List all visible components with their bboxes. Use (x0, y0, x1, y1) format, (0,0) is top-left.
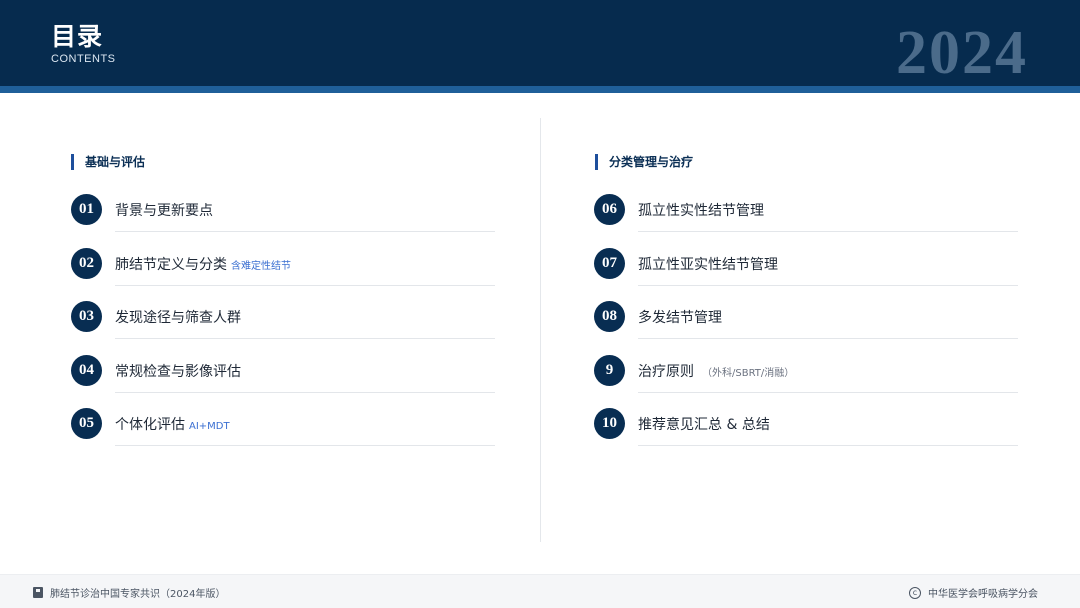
item-divider (638, 445, 1018, 446)
item-tag: （外科/SBRT/消融） (702, 368, 795, 379)
toc-item-05[interactable]: 05 个体化评估 AI+MDT (71, 400, 495, 454)
item-divider (115, 392, 495, 393)
year-watermark: 2024 (896, 19, 1028, 87)
item-number: 01 (71, 194, 102, 225)
item-tag: AI+MDT (189, 421, 230, 432)
section-heading-right: 分类管理与治疗 (595, 153, 693, 170)
item-number: 05 (71, 408, 102, 439)
section-label: 分类管理与治疗 (609, 155, 694, 169)
item-divider (115, 285, 495, 286)
toc-item-02[interactable]: 02 肺结节定义与分类 含难定性结节 (71, 240, 495, 294)
toc-item-07[interactable]: 07 孤立性亚实性结节管理 (594, 240, 1018, 294)
toc-item-09[interactable]: 9 治疗原则 （外科/SBRT/消融） (594, 347, 1018, 401)
toc-item-04[interactable]: 04 常规检查与影像评估 (71, 347, 495, 401)
item-divider (638, 392, 1018, 393)
item-divider (638, 231, 1018, 232)
footer-publisher: c 中华医学会呼吸病学分会 (909, 585, 1038, 600)
footer-source-text: 肺结节诊治中国专家共识（2024年版） (50, 589, 226, 600)
toc-item-08[interactable]: 08 多发结节管理 (594, 293, 1018, 347)
item-number: 03 (71, 301, 102, 332)
toc-item-03[interactable]: 03 发现途径与筛查人群 (71, 293, 495, 347)
section-marker (595, 153, 598, 170)
item-divider (638, 285, 1018, 286)
item-label: 个体化评估 (115, 417, 185, 433)
item-number: 07 (594, 248, 625, 279)
item-number: 04 (71, 355, 102, 386)
toc-item-01[interactable]: 01 背景与更新要点 (71, 186, 495, 240)
item-number: 06 (594, 194, 625, 225)
item-number: 10 (594, 408, 625, 439)
item-label: 背景与更新要点 (115, 203, 213, 219)
copyright-icon: c (909, 586, 921, 599)
item-divider (115, 445, 495, 446)
section-marker (71, 153, 74, 170)
item-divider (115, 338, 495, 339)
footer-source: 肺结节诊治中国专家共识（2024年版） (33, 585, 225, 600)
item-label: 肺结节定义与分类 (115, 257, 227, 273)
item-label: 常规检查与影像评估 (115, 364, 241, 380)
section-label: 基础与评估 (85, 155, 146, 169)
item-number: 02 (71, 248, 102, 279)
item-number: 9 (594, 355, 625, 386)
book-icon (33, 587, 43, 598)
header-banner: 目录 CONTENTS 2024 (0, 0, 1080, 87)
footer-publisher-text: 中华医学会呼吸病学分会 (928, 589, 1038, 600)
item-label: 推荐意见汇总 & 总结 (638, 417, 770, 433)
item-label: 孤立性亚实性结节管理 (638, 257, 778, 273)
item-tag: 含难定性结节 (231, 261, 291, 272)
item-label: 治疗原则 (638, 364, 694, 380)
item-label: 多发结节管理 (638, 310, 722, 326)
section-heading-left: 基础与评估 (71, 153, 145, 170)
page-title: 目录 (51, 22, 104, 51)
item-number: 08 (594, 301, 625, 332)
item-divider (115, 231, 495, 232)
item-label: 孤立性实性结节管理 (638, 203, 764, 219)
toc-item-10[interactable]: 10 推荐意见汇总 & 总结 (594, 400, 1018, 454)
page-subtitle: CONTENTS (51, 53, 116, 65)
item-divider (638, 338, 1018, 339)
toc-item-06[interactable]: 06 孤立性实性结节管理 (594, 186, 1018, 240)
column-divider (540, 118, 541, 542)
footer-bar: 肺结节诊治中国专家共识（2024年版） c 中华医学会呼吸病学分会 (0, 574, 1080, 608)
header-stripe (0, 86, 1080, 93)
item-label: 发现途径与筛查人群 (115, 310, 241, 326)
